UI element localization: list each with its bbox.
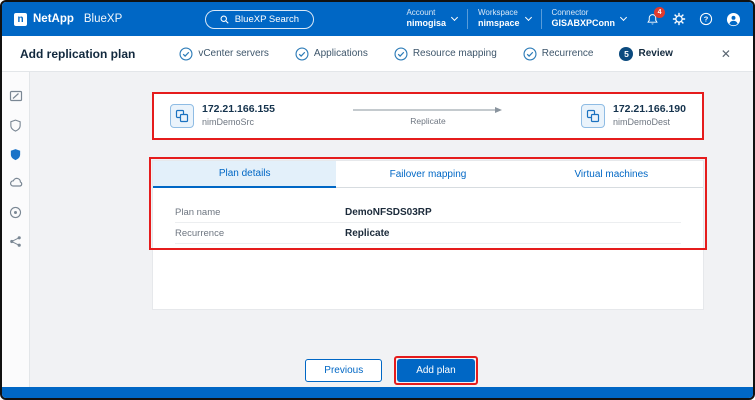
top-header: n NetApp BlueXP BlueXP Search Account ni… <box>2 2 753 36</box>
page-title: Add replication plan <box>20 47 135 61</box>
step-applications[interactable]: Applications <box>295 47 368 61</box>
target-host: 172.21.166.190 nimDemoDest <box>581 103 686 128</box>
help-icon[interactable]: ? <box>698 11 714 27</box>
plan-details-rows: Plan name DemoNFSDS03RP Recurrence Repli… <box>153 202 703 244</box>
main-content: 172.21.166.155 nimDemoSrc Replicate <box>30 72 753 387</box>
wizard-steps: vCenter servers Applications Resource ma… <box>179 47 673 61</box>
shield-icon[interactable] <box>6 115 26 135</box>
workspace-label: Workspace <box>478 8 520 18</box>
replication-summary-card: 172.21.166.155 nimDemoSrc Replicate <box>152 92 704 140</box>
connector-dropdown[interactable]: Connector GISABXPConn <box>552 8 627 29</box>
row-value: Replicate <box>345 228 389 239</box>
left-nav-sidebar <box>2 72 30 387</box>
table-row: Recurrence Replicate <box>175 223 681 244</box>
footer-bar <box>2 387 753 398</box>
step-vcenter-servers[interactable]: vCenter servers <box>179 47 269 61</box>
wizard-header: Add replication plan vCenter servers App… <box>2 36 753 72</box>
table-row: Plan name DemoNFSDS03RP <box>175 202 681 223</box>
bluexp-search-button[interactable]: BlueXP Search <box>205 10 314 29</box>
connector-value: GISABXPConn <box>552 18 616 29</box>
step-check-icon <box>523 47 537 61</box>
notifications-bell-icon[interactable]: 4 <box>644 11 660 27</box>
share-icon[interactable] <box>6 231 26 251</box>
source-ip: 172.21.166.155 <box>202 103 275 117</box>
step-recurrence[interactable]: Recurrence <box>523 47 594 61</box>
review-panel: Plan details Failover mapping Virtual ma… <box>152 160 704 310</box>
tab-virtual-machines[interactable]: Virtual machines <box>520 161 703 188</box>
step-check-icon <box>394 47 408 61</box>
add-plan-button[interactable]: Add plan <box>397 359 474 382</box>
step-review[interactable]: 5 Review <box>619 47 672 61</box>
step-label: Resource mapping <box>413 48 497 59</box>
account-value: nimogisa <box>406 18 446 29</box>
cloud-restore-icon[interactable] <box>6 173 26 193</box>
search-icon <box>220 15 229 24</box>
connector-label: Connector <box>552 8 616 18</box>
arrow-label: Replicate <box>410 116 445 126</box>
target-icon[interactable] <box>6 202 26 222</box>
chevron-down-icon <box>451 13 458 20</box>
notification-count-badge: 4 <box>654 7 665 18</box>
close-icon[interactable]: ✕ <box>717 45 735 63</box>
account-label: Account <box>406 8 446 18</box>
protection-active-icon[interactable] <box>6 144 26 164</box>
account-dropdown[interactable]: Account nimogisa <box>406 8 457 29</box>
source-name: nimDemoSrc <box>202 117 275 129</box>
vcenter-host-icon <box>581 104 605 128</box>
replicate-direction: Replicate <box>353 106 503 126</box>
row-value: DemoNFSDS03RP <box>345 207 432 218</box>
review-tabs: Plan details Failover mapping Virtual ma… <box>153 161 703 188</box>
step-label: vCenter servers <box>198 48 269 59</box>
step-number-badge: 5 <box>619 47 633 61</box>
chevron-down-icon <box>524 13 531 20</box>
annotation-box-add-plan: Add plan <box>394 356 477 385</box>
step-resource-mapping[interactable]: Resource mapping <box>394 47 497 61</box>
step-check-icon <box>295 47 309 61</box>
target-name: nimDemoDest <box>613 117 686 129</box>
wizard-actions: Previous Add plan <box>30 356 753 385</box>
tab-failover-mapping[interactable]: Failover mapping <box>336 161 519 188</box>
step-label: Review <box>638 48 672 59</box>
divider <box>541 9 542 29</box>
vcenter-host-icon <box>170 104 194 128</box>
workspace-value: nimspace <box>478 18 520 29</box>
chevron-down-icon <box>620 13 627 20</box>
settings-gear-icon[interactable] <box>671 11 687 27</box>
divider <box>467 9 468 29</box>
step-label: Recurrence <box>542 48 594 59</box>
step-check-icon <box>179 47 193 61</box>
netapp-logo-icon: n <box>14 13 27 26</box>
svg-text:?: ? <box>704 15 709 24</box>
source-host: 172.21.166.155 nimDemoSrc <box>170 103 275 128</box>
brand-bluexp: BlueXP <box>84 13 122 25</box>
row-label: Recurrence <box>175 228 345 239</box>
tab-plan-details[interactable]: Plan details <box>153 161 336 188</box>
arrow-right-icon <box>353 106 503 114</box>
header-icons: 4 ? <box>644 11 741 27</box>
step-label: Applications <box>314 48 368 59</box>
user-avatar-icon[interactable] <box>725 11 741 27</box>
canvas-icon[interactable] <box>6 86 26 106</box>
brand: n NetApp BlueXP <box>14 13 122 26</box>
brand-netapp: NetApp <box>33 13 74 25</box>
row-label: Plan name <box>175 207 345 218</box>
bluexp-window: n NetApp BlueXP BlueXP Search Account ni… <box>0 0 755 400</box>
previous-button[interactable]: Previous <box>305 359 382 382</box>
target-ip: 172.21.166.190 <box>613 103 686 117</box>
search-label: BlueXP Search <box>235 14 299 25</box>
workspace-dropdown[interactable]: Workspace nimspace <box>478 8 531 29</box>
